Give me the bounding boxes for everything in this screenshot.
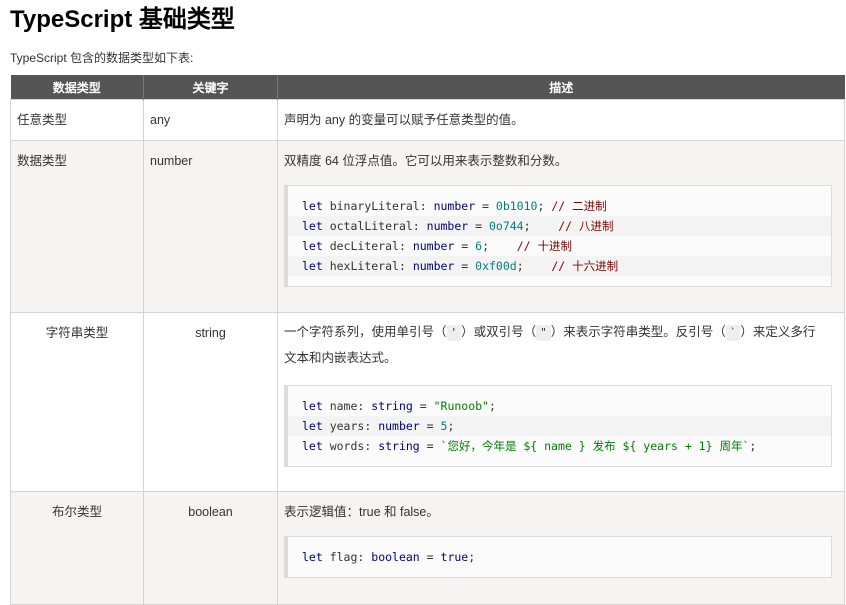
table-row: 数据类型 number 双精度 64 位浮点值。它可以用来表示整数和分数。 le… xyxy=(10,140,845,313)
code-block-number: let binaryLiteral: number = 0b1010; // 二… xyxy=(284,185,832,287)
cell-type: 布尔类型 xyxy=(10,491,144,605)
table-header-row: 数据类型 关键字 描述 xyxy=(10,75,845,100)
double-quote-code: " xyxy=(536,325,551,341)
code-line: let decLiteral: number = 6; // 十进制 xyxy=(302,239,572,253)
cell-type: 任意类型 xyxy=(10,99,144,141)
cell-keyword: boolean xyxy=(143,491,278,605)
page: TypeScript 基础类型 TypeScript 包含的数据类型如下表: 数… xyxy=(0,0,846,605)
page-title: TypeScript 基础类型 xyxy=(10,6,235,33)
string-description: 一个字符系列，使用单引号（ ' ）或双引号（ " ）来表示字符串类型。反引号（ ` ）来定义… xyxy=(284,325,816,365)
cell-desc: 双精度 64 位浮点值。它可以用来表示整数和分数。 let binaryLite… xyxy=(277,140,845,313)
single-quote-code: ' xyxy=(446,325,462,341)
types-table: 数据类型 关键字 描述 任意类型 any 声明为 any 的变量可以赋予任意类型… xyxy=(10,75,845,605)
code-block-string: let name: string = "Runoob"; let years: … xyxy=(284,385,832,467)
cell-desc: 声明为 any 的变量可以赋予任意类型的值。 xyxy=(277,99,845,141)
code-line: let octalLiteral: number = 0o744; // 八进制 xyxy=(288,216,831,236)
header-desc: 描述 xyxy=(277,75,845,100)
cell-type: 数据类型 xyxy=(10,140,144,313)
backtick-code: ` xyxy=(725,325,741,341)
code-line: let years: number = 5; xyxy=(288,416,831,436)
intro-text: TypeScript 包含的数据类型如下表: xyxy=(10,51,194,65)
cell-desc: 表示逻辑值：true 和 false。 let flag: boolean = … xyxy=(277,491,845,605)
code-line: let name: string = "Runoob"; xyxy=(302,399,496,413)
code-block-boolean: let flag: boolean = true; xyxy=(284,536,832,578)
header-keyword: 关键字 xyxy=(143,75,278,100)
cell-type: 字符串类型 xyxy=(10,312,144,492)
cell-keyword: number xyxy=(143,140,278,313)
code-line: let hexLiteral: number = 0xf00d; // 十六进制 xyxy=(288,256,831,276)
header-type: 数据类型 xyxy=(10,75,144,100)
cell-keyword: any xyxy=(143,99,278,141)
cell-keyword: string xyxy=(143,312,278,492)
table-row: 布尔类型 boolean 表示逻辑值：true 和 false。 let fla… xyxy=(10,491,845,605)
cell-desc: 一个字符系列，使用单引号（ ' ）或双引号（ " ）来表示字符串类型。反引号（ ` ）来定义… xyxy=(277,312,845,492)
code-line: let words: string = `您好，今年是 ${ name } 发布… xyxy=(302,439,757,453)
code-line: let flag: boolean = true; xyxy=(302,550,476,564)
table-row: 字符串类型 string 一个字符系列，使用单引号（ ' ）或双引号（ " ）来表示字符… xyxy=(10,312,845,492)
code-line: let binaryLiteral: number = 0b1010; // 二… xyxy=(302,199,607,213)
table-row: 任意类型 any 声明为 any 的变量可以赋予任意类型的值。 xyxy=(10,99,845,141)
